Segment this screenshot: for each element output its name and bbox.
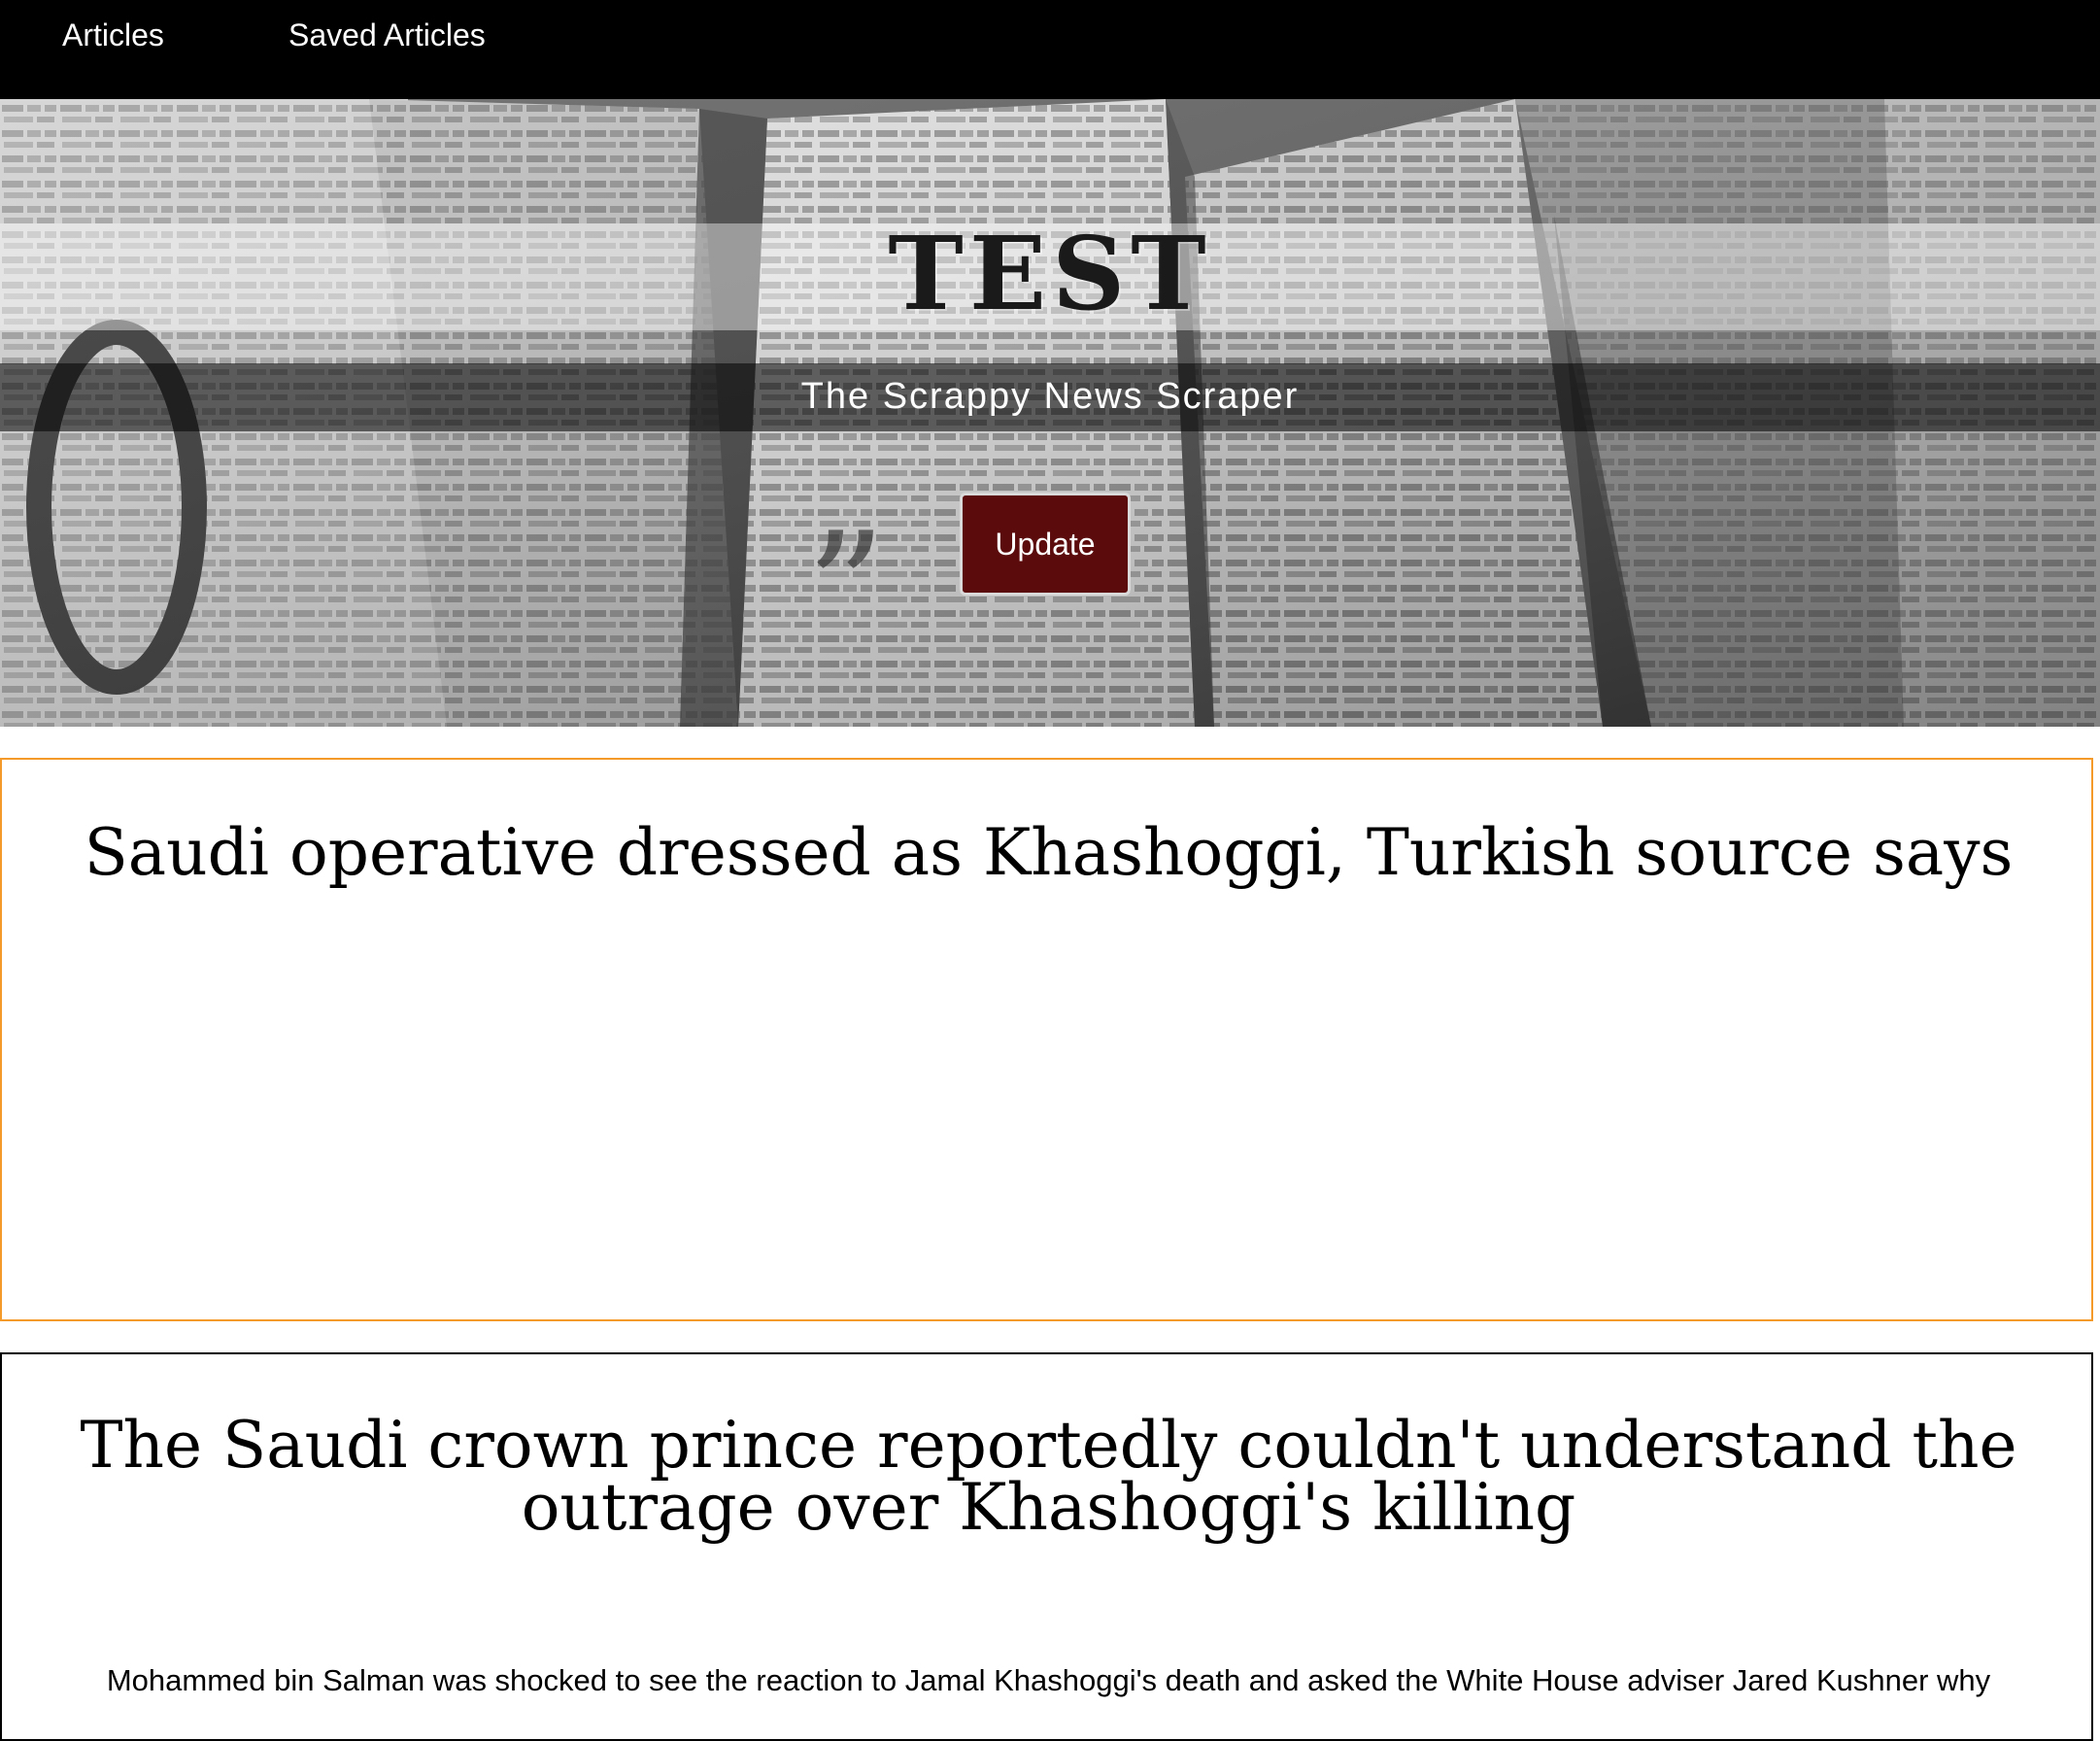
article-title[interactable]: Saudi operative dressed as Khashoggi, Tu… xyxy=(60,821,2037,885)
update-button[interactable]: Update xyxy=(960,493,1131,596)
top-navbar: Articles Saved Articles xyxy=(0,0,2100,99)
hero-banner: ” TEST The Scrappy News Scraper Update xyxy=(0,99,2100,727)
site-subtitle: The Scrappy News Scraper xyxy=(800,376,1300,417)
nav-link-articles[interactable]: Articles xyxy=(62,16,164,54)
article-card[interactable]: Saudi operative dressed as Khashoggi, Tu… xyxy=(0,758,2093,1321)
article-card[interactable]: The Saudi crown prince reportedly couldn… xyxy=(0,1352,2093,1741)
article-summary: Mohammed bin Salman was shocked to see t… xyxy=(106,1663,1991,1697)
article-title[interactable]: The Saudi crown prince reportedly couldn… xyxy=(60,1414,2037,1540)
nav-link-saved-articles[interactable]: Saved Articles xyxy=(288,16,486,54)
site-title: TEST xyxy=(888,214,1212,333)
